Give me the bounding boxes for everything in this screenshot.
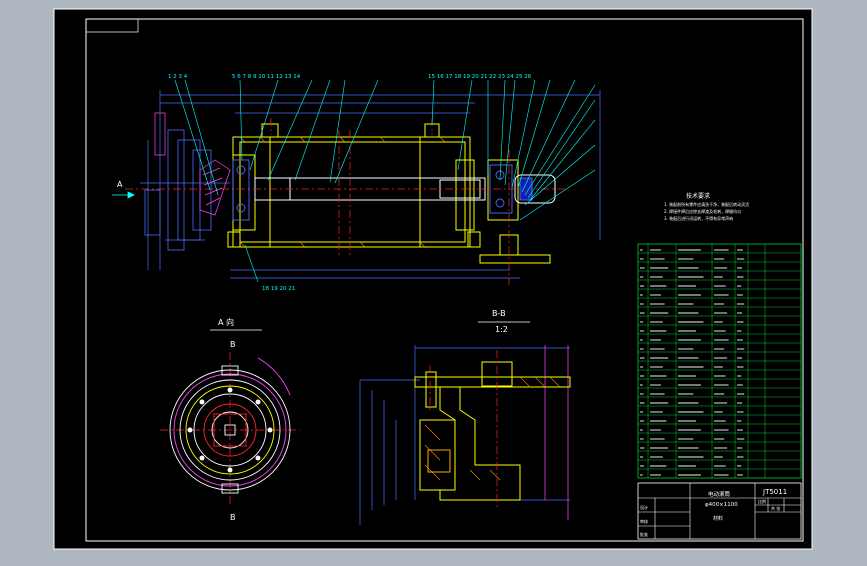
- checker-label: 审核: [640, 518, 648, 524]
- material-label: 材料: [713, 515, 723, 522]
- cad-sheet: 1 2 3 4 5 6 7 8 9 10 11 12 13 14 15 16 1…: [53, 8, 813, 550]
- sheet-label: 共 张: [771, 505, 780, 511]
- product-name: 电动滚筒: [708, 490, 731, 498]
- view-arrow-label: A: [117, 180, 123, 189]
- approver-label: 批准: [640, 531, 648, 537]
- note-2: 2. 焊接件焊后应除去焊渣及毛刺，焊缝均匀: [664, 208, 741, 214]
- note-1: 1. 装配前所有零件应清洗干净，装配后转动灵活: [664, 201, 749, 207]
- section-scale: 1:2: [495, 325, 508, 334]
- view-a-b-top: B: [230, 340, 236, 349]
- view-a-title: A 向: [218, 317, 234, 327]
- drawing-number: JT5011: [762, 488, 787, 496]
- designer-label: 设计: [640, 504, 648, 510]
- scale-label: 比例: [758, 498, 766, 504]
- callouts-left: 1 2 3 4: [168, 74, 188, 80]
- callouts-right: 15 16 17 18 19 20 21 22 23 24 25 26: [428, 74, 532, 80]
- product-spec: φ400×1100: [705, 502, 738, 508]
- drawing-viewer: 1 2 3 4 5 6 7 8 9 10 11 12 13 14 15 16 1…: [0, 0, 867, 562]
- callout-bottom: 18 19 20 21: [262, 286, 295, 292]
- drawing-paper: [53, 8, 813, 550]
- note-3: 3. 装配后进行试运转，不得有异常声响: [664, 215, 733, 221]
- callouts-mid: 5 6 7 8 9 10 11 12 13 14: [232, 74, 301, 80]
- view-a-b-bottom: B: [230, 513, 236, 522]
- section-title: B-B: [492, 309, 506, 318]
- notes-title: 技术要求: [686, 192, 710, 200]
